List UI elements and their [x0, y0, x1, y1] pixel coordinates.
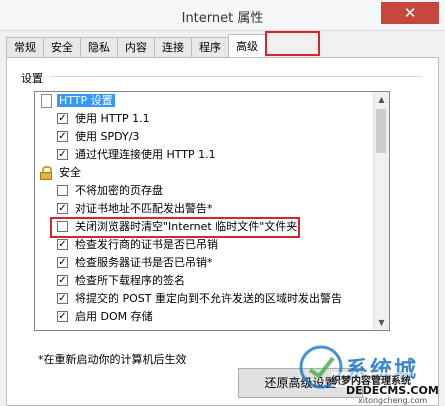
tab-general[interactable]: 常规: [6, 37, 44, 58]
document-icon: [41, 94, 52, 108]
tab-advanced[interactable]: 高级: [228, 34, 266, 58]
item-label: 将提交的 POST 重定向到不允许发送的区域时发出警告: [75, 292, 342, 305]
window-title: Internet 属性: [181, 11, 264, 26]
category-label: HTTP 设置: [57, 94, 115, 107]
item-label: 启用 DOM 存储: [75, 310, 153, 323]
item-label: 检查所下载程序的签名: [75, 274, 185, 287]
tab-strip: 常规 安全 隐私 内容 连接 程序 高级: [6, 34, 266, 58]
tab-connections[interactable]: 连接: [154, 37, 192, 58]
item-label: 通过代理连接使用 HTTP 1.1: [75, 148, 216, 161]
tab-content[interactable]: 内容: [117, 37, 155, 58]
checkbox[interactable]: ✓: [57, 149, 68, 160]
tab-privacy[interactable]: 隐私: [80, 37, 118, 58]
checkbox[interactable]: ✓: [57, 293, 68, 304]
scroll-down-icon[interactable]: ▼: [374, 315, 389, 330]
item-label: 检查服务器证书是否已吊销*: [75, 256, 213, 269]
category-label: 安全: [59, 166, 81, 179]
checkbox[interactable]: [57, 185, 68, 196]
title-bar: Internet 属性 ✕: [0, 0, 445, 31]
checkbox[interactable]: ✓: [57, 239, 68, 250]
checkbox[interactable]: ✓: [57, 275, 68, 286]
checkbox[interactable]: ✓: [57, 113, 68, 124]
settings-list[interactable]: HTTP 设置 ✓ 使用 HTTP 1.1 ✓ 使用 SPDY/3 ✓ 通过代理…: [34, 91, 390, 331]
checkbox[interactable]: ✓: [57, 131, 68, 142]
checkbox[interactable]: ✓: [57, 257, 68, 268]
checkbox[interactable]: ✓: [57, 311, 68, 322]
group-divider: [50, 76, 422, 77]
scroll-up-icon[interactable]: ▲: [374, 92, 389, 107]
checkbox[interactable]: [57, 221, 68, 232]
item-label: 对证书地址不匹配发出警告*: [75, 202, 213, 215]
annotation-box-tab: [265, 31, 320, 56]
item-label: 使用 HTTP 1.1: [75, 112, 150, 125]
restart-note: *在重新启动你的计算机后生效: [38, 353, 187, 366]
item-label: 关闭浏览器时清空"Internet 临时文件"文件夹: [75, 220, 298, 233]
close-button[interactable]: ✕: [381, 2, 439, 24]
tab-security[interactable]: 安全: [43, 37, 81, 58]
item-label: 使用 SPDY/3: [75, 130, 140, 143]
checkbox[interactable]: ✓: [57, 203, 68, 214]
scroll-thumb[interactable]: [376, 109, 386, 153]
tab-programs[interactable]: 程序: [191, 37, 229, 58]
settings-group-label: 设置: [21, 70, 47, 86]
lock-icon: [40, 166, 52, 180]
item-label: 不将加密的页存盘: [75, 184, 163, 197]
item-label: 检查发行商的证书是否已吊销: [75, 238, 218, 251]
list-scrollbar[interactable]: ▲ ▼: [373, 92, 389, 330]
watermark-url-secondary: xitongcheng.com: [358, 396, 428, 405]
